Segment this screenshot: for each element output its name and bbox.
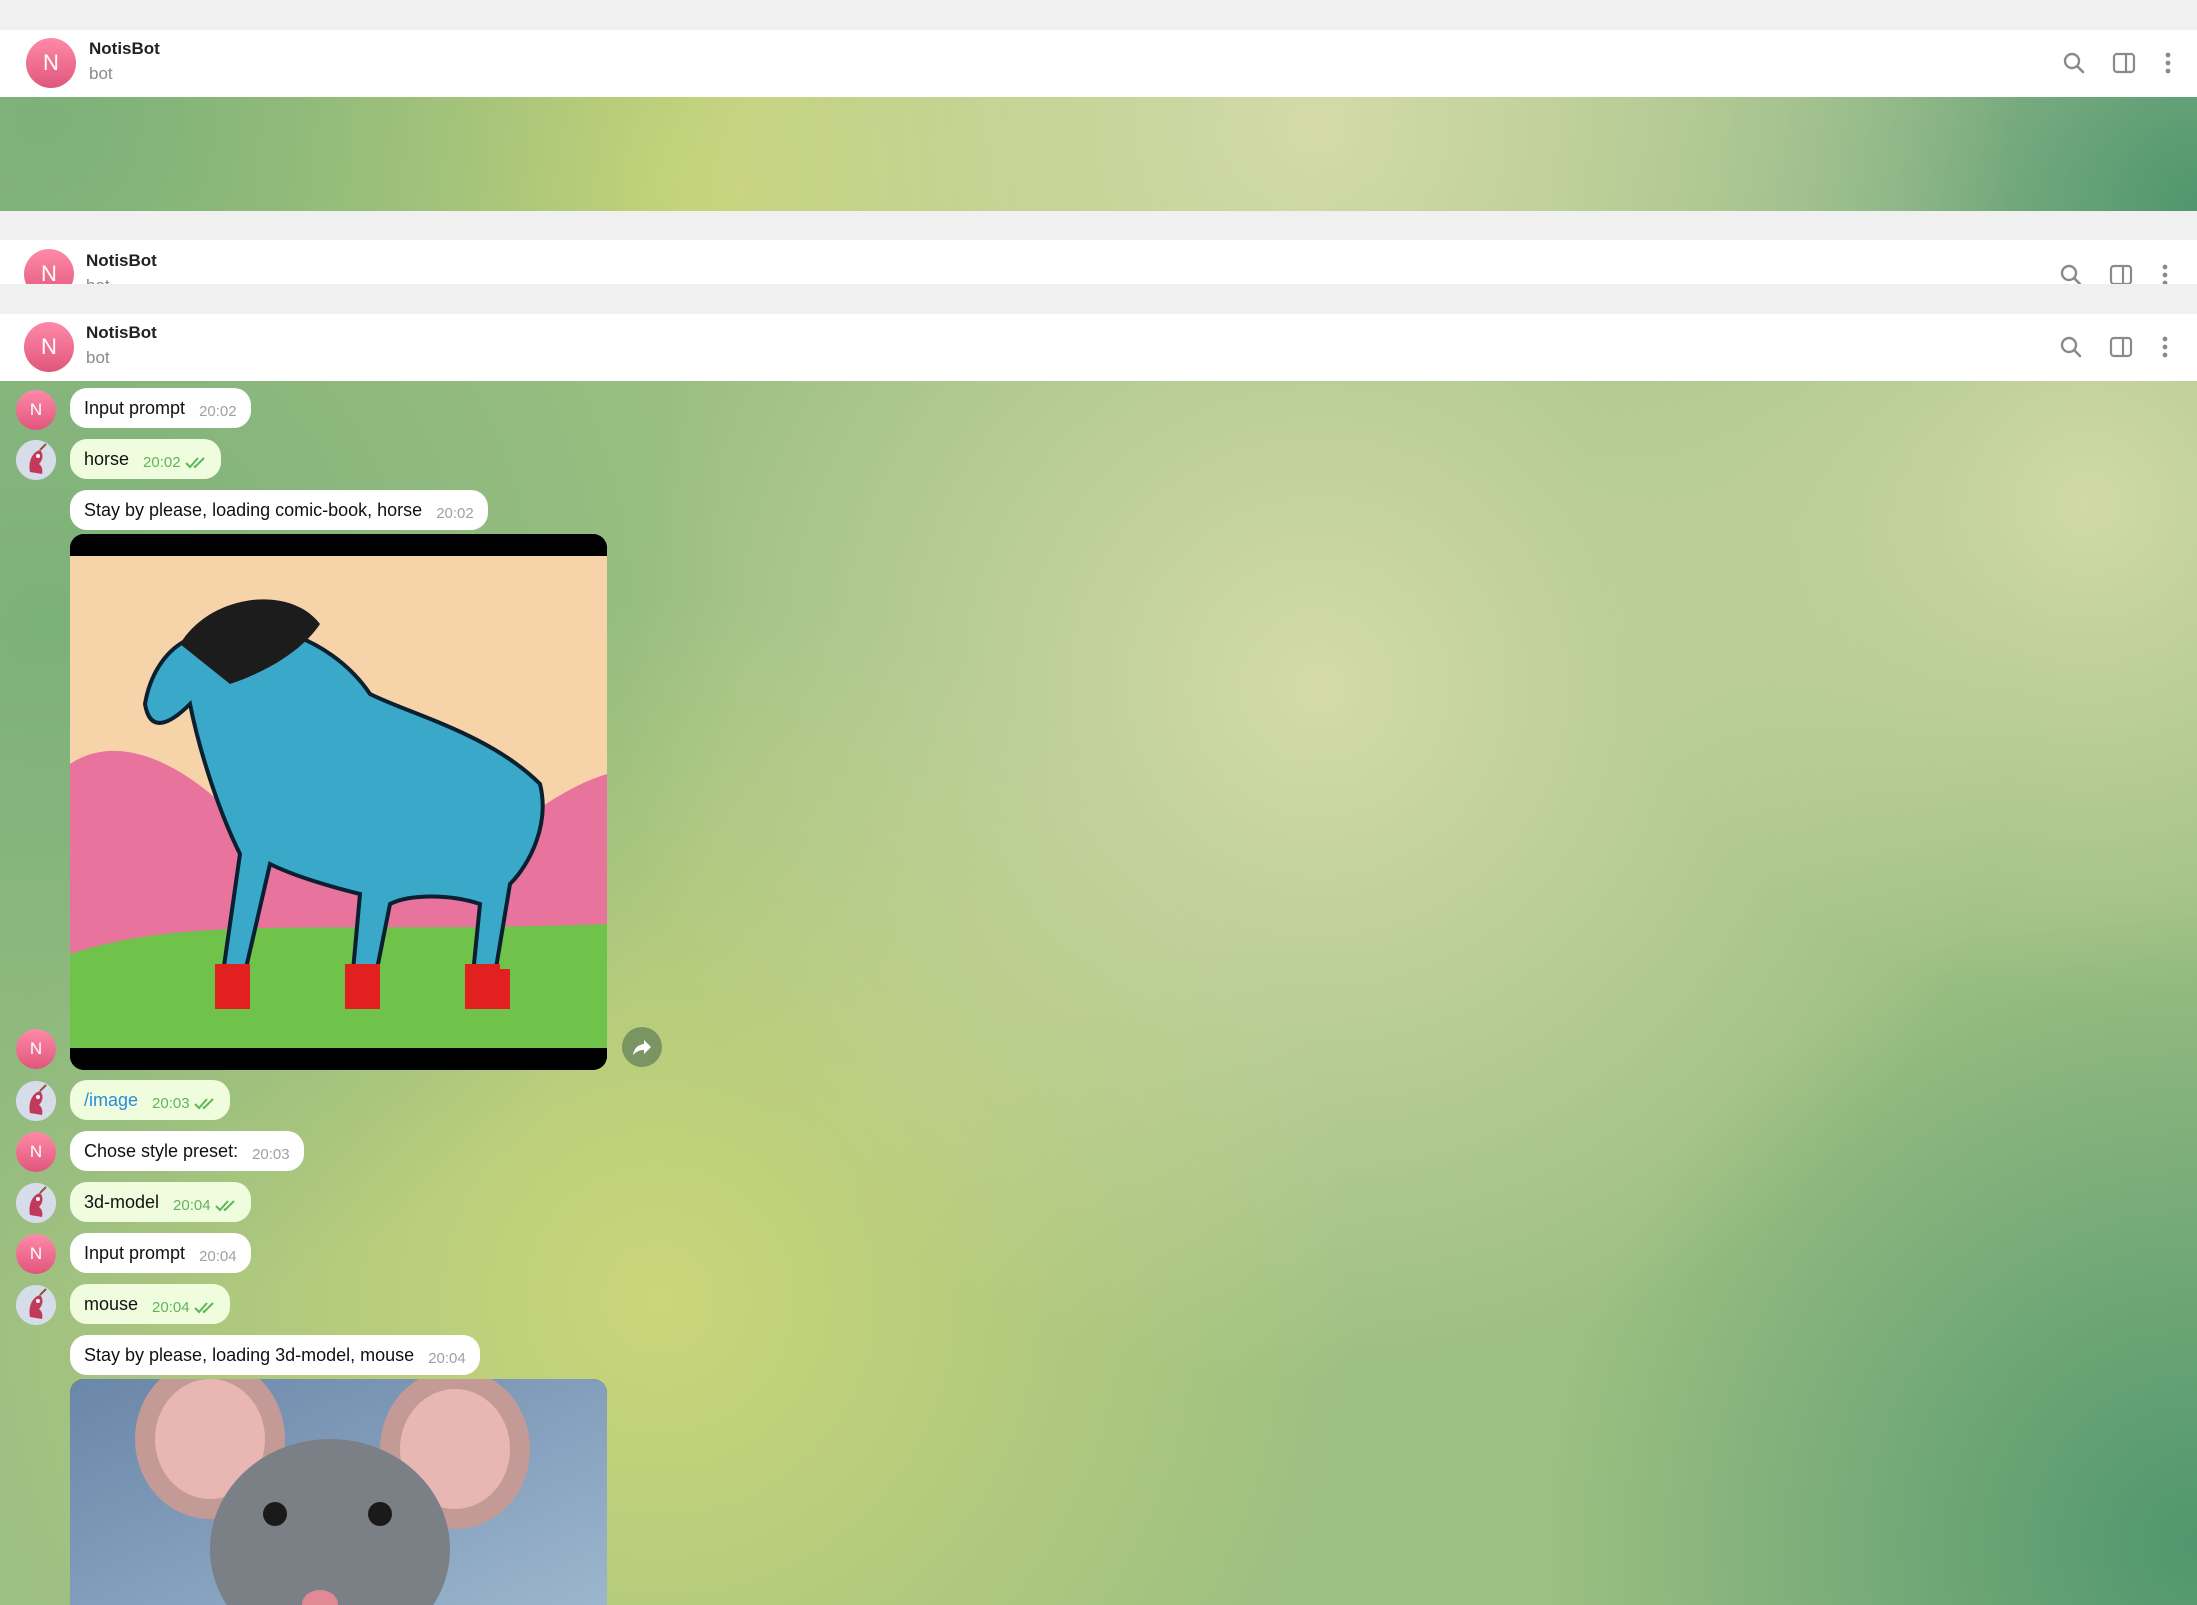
message-text: horse: [84, 448, 130, 469]
message-text: Stay by please, loading 3d-model, mouse: [84, 1344, 415, 1365]
unicorn-avatar-icon: [16, 440, 56, 480]
chat-title[interactable]: NotisBot: [89, 39, 160, 59]
sidebar-toggle-icon[interactable]: [2108, 262, 2134, 284]
message-text: Stay by please, loading comic-book, hors…: [84, 499, 423, 520]
comic-horse-image: [70, 534, 607, 1070]
3d-mouse-image: [70, 1379, 607, 1605]
chat-header: N NotisBot bot: [0, 30, 2197, 97]
avatar-letter: N: [41, 261, 57, 284]
bot-avatar[interactable]: N: [16, 390, 56, 430]
double-check-icon: [214, 1200, 235, 1212]
bot-avatar[interactable]: N: [24, 322, 74, 372]
message-list[interactable]: N Input prompt 20:02 horse 20:02 Stay by…: [0, 381, 2197, 1605]
message-time: 20:03: [152, 1094, 190, 1112]
chat-wallpaper-strip: [0, 97, 2197, 211]
search-icon[interactable]: [2061, 50, 2087, 76]
message-text: mouse: [84, 1293, 139, 1314]
message-bubble[interactable]: Input prompt 20:04: [70, 1233, 251, 1273]
forward-button[interactable]: [622, 1027, 662, 1067]
command-link[interactable]: /image: [84, 1090, 138, 1111]
bot-avatar[interactable]: N: [26, 38, 76, 88]
more-vertical-icon[interactable]: [2155, 50, 2181, 76]
message-bubble-outgoing[interactable]: 3d-model 20:04: [70, 1182, 251, 1222]
more-vertical-icon[interactable]: [2152, 262, 2178, 284]
message-bubble[interactable]: Stay by please, loading comic-book, hors…: [70, 490, 488, 530]
message-time: 20:02: [143, 453, 181, 471]
user-avatar[interactable]: [16, 440, 56, 480]
double-check-icon: [184, 457, 205, 469]
chat-header: N NotisBot bot: [0, 314, 2197, 381]
chat-title[interactable]: NotisBot: [86, 323, 157, 343]
message-bubble-outgoing[interactable]: horse 20:02: [70, 439, 221, 479]
double-check-icon: [193, 1302, 214, 1314]
message-bubble-outgoing[interactable]: mouse 20:04: [70, 1284, 230, 1324]
message-bubble[interactable]: Stay by please, loading 3d-model, mouse …: [70, 1335, 480, 1375]
message-bubble[interactable]: Chose style preset: 20:03: [70, 1131, 304, 1171]
share-arrow-icon: [633, 1040, 651, 1055]
bot-avatar[interactable]: N: [24, 249, 74, 284]
message-bubble[interactable]: Input prompt 20:02: [70, 388, 251, 428]
chat-title[interactable]: NotisBot: [86, 251, 157, 271]
bot-avatar[interactable]: N: [16, 1234, 56, 1274]
sidebar-toggle-icon[interactable]: [2111, 50, 2137, 76]
chat-subtitle: bot: [86, 276, 110, 284]
bot-avatar[interactable]: N: [16, 1029, 56, 1069]
chat-subtitle: bot: [86, 348, 110, 367]
unicorn-avatar-icon: [16, 1183, 56, 1223]
unicorn-avatar-icon: [16, 1285, 56, 1325]
message-text: Input prompt: [84, 1242, 186, 1263]
message-time: 20:04: [199, 1247, 237, 1265]
avatar-letter: N: [41, 334, 57, 359]
user-avatar[interactable]: [16, 1285, 56, 1325]
message-time: 20:04: [428, 1349, 466, 1367]
message-time: 20:02: [436, 504, 474, 522]
bot-avatar[interactable]: N: [16, 1132, 56, 1172]
user-avatar[interactable]: [16, 1081, 56, 1121]
message-text: Chose style preset:: [84, 1140, 239, 1161]
chat-subtitle: bot: [89, 64, 113, 83]
message-time: 20:02: [199, 402, 237, 420]
photo-message[interactable]: [70, 534, 607, 1070]
message-time: 20:04: [152, 1298, 190, 1316]
sidebar-toggle-icon[interactable]: [2108, 334, 2134, 360]
chat-header-clipped: N NotisBot bot: [0, 240, 2197, 284]
message-text: 3d-model: [84, 1191, 160, 1212]
photo-message[interactable]: [70, 1379, 607, 1605]
message-text: Input prompt: [84, 397, 186, 418]
message-time: 20:04: [173, 1196, 211, 1214]
search-icon[interactable]: [2058, 262, 2084, 284]
avatar-letter: N: [43, 50, 59, 75]
search-icon[interactable]: [2058, 334, 2084, 360]
message-time: 20:03: [252, 1145, 290, 1163]
message-bubble-outgoing[interactable]: /image 20:03: [70, 1080, 230, 1120]
double-check-icon: [193, 1098, 214, 1110]
unicorn-avatar-icon: [16, 1081, 56, 1121]
more-vertical-icon[interactable]: [2152, 334, 2178, 360]
user-avatar[interactable]: [16, 1183, 56, 1223]
